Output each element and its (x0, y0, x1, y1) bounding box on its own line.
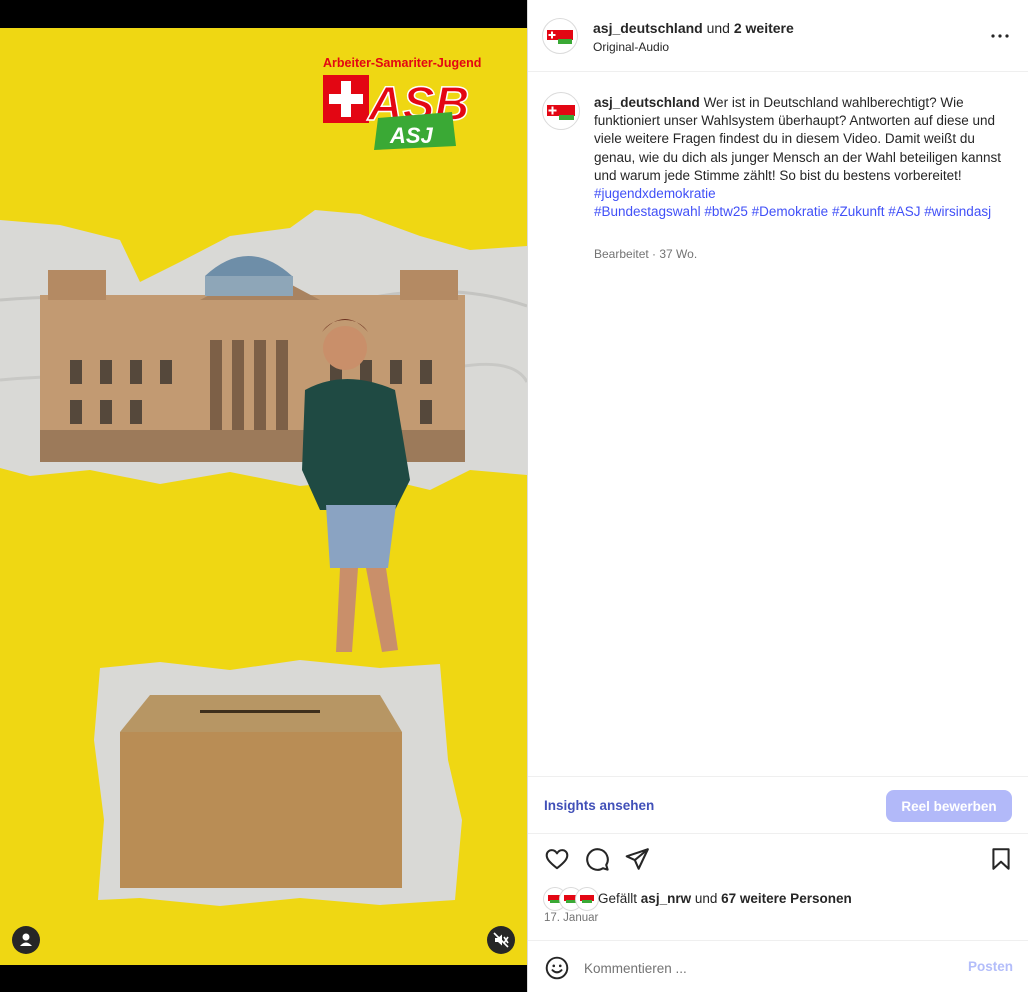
hashtag[interactable]: #Zukunft (832, 204, 885, 219)
asb-logo-icon (547, 105, 575, 120)
header-and: und (706, 20, 730, 36)
header-username[interactable]: asj_deutschland (593, 20, 703, 36)
caption-meta: Bearbeitet · 37 Wo. (594, 247, 698, 261)
emoji-button[interactable] (544, 955, 570, 981)
asb-logo-icon (580, 895, 594, 903)
hashtag[interactable]: #btw25 (704, 204, 748, 219)
post-date[interactable]: 17. Januar (544, 912, 598, 924)
view-insights-link[interactable]: Insights ansehen (544, 798, 654, 813)
heart-icon (545, 849, 569, 870)
caption-text: asj_deutschland Wer ist in Deutschland w… (594, 94, 1014, 221)
likes-and: und (694, 891, 718, 906)
likes-count[interactable]: 67 weitere Personen (721, 891, 852, 906)
hashtag[interactable]: #Bundestagswahl (594, 204, 701, 219)
hashtag[interactable]: #Demokratie (752, 204, 829, 219)
comment-bar: Posten (528, 940, 1028, 992)
video-frame: Arbeiter-Samariter-Jugend ASB ASJ (0, 0, 527, 992)
user-icon (20, 933, 32, 946)
emoji-icon (545, 956, 569, 980)
comment-icon (586, 848, 609, 871)
hashtag[interactable]: #wirsindasj (924, 204, 991, 219)
audio-label[interactable]: Original-Audio (593, 40, 669, 54)
promote-reel-button[interactable]: Reel bewerben (886, 790, 1012, 822)
post-header: asj_deutschland und 2 weitere Original-A… (528, 0, 1028, 72)
more-options-button[interactable] (988, 24, 1012, 48)
edited-label: Bearbeitet (594, 247, 649, 261)
speaker-muted-icon (493, 932, 509, 948)
bookmark-icon (992, 848, 1010, 870)
hashtag[interactable]: #jugendxdemokratie (594, 186, 716, 201)
logo-tagline: Arbeiter-Samariter-Jugend (323, 56, 481, 70)
logo-sub: ASJ (389, 123, 434, 148)
header-others[interactable]: 2 weitere (734, 20, 794, 36)
hashtag[interactable]: #ASJ (888, 204, 920, 219)
post-comment-button[interactable]: Posten (968, 959, 1013, 974)
likes-row: Gefällt asj_nrw und 67 weitere Personen (544, 888, 1014, 910)
post-age[interactable]: 37 Wo. (659, 247, 697, 261)
reel-video[interactable]: Arbeiter-Samariter-Jugend ASB ASJ (0, 0, 527, 992)
post-panel: asj_deutschland und 2 weitere Original-A… (527, 0, 1028, 992)
action-bar (528, 846, 1028, 876)
liker-avatar[interactable] (576, 888, 598, 910)
like-button[interactable] (544, 846, 570, 872)
save-button[interactable] (988, 846, 1014, 872)
likes-text: Gefällt asj_nrw und 67 weitere Personen (598, 891, 852, 906)
insights-bar: Insights ansehen Reel bewerben (528, 776, 1028, 834)
likes-user[interactable]: asj_nrw (641, 891, 691, 906)
likes-prefix: Gefällt (598, 891, 638, 906)
tagged-people-button[interactable] (12, 926, 40, 954)
comment-input[interactable] (582, 955, 946, 981)
header-title: asj_deutschland und 2 weitere (593, 20, 794, 36)
comment-button[interactable] (584, 846, 610, 872)
caption-avatar[interactable] (542, 92, 580, 130)
author-avatar[interactable] (542, 18, 578, 54)
caption-username[interactable]: asj_deutschland (594, 95, 700, 110)
paper-plane-icon (625, 848, 649, 870)
mute-button[interactable] (487, 926, 515, 954)
asb-logo-icon (547, 30, 573, 44)
more-horizontal-icon (991, 34, 1009, 38)
share-button[interactable] (624, 846, 650, 872)
